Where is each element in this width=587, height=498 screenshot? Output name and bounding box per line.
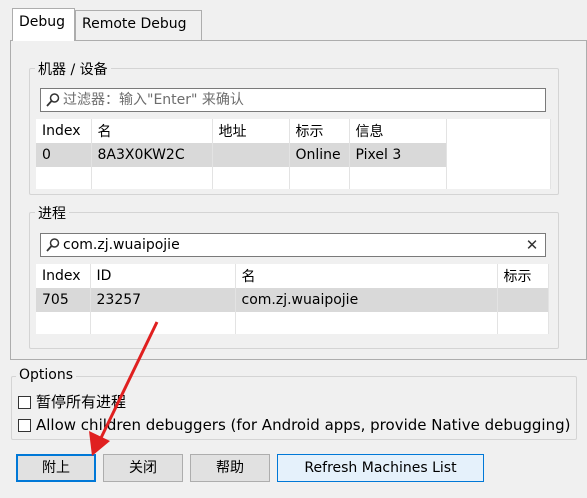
close-button[interactable]: 关闭: [103, 454, 183, 482]
machines-group-title: 机器 / 设备: [35, 59, 111, 79]
refresh-machines-button[interactable]: Refresh Machines List: [277, 454, 484, 482]
processes-table: Index ID 名 标示 705 23257 com.zj.wuaipojie: [36, 264, 549, 334]
tab-remote-debug[interactable]: Remote Debug: [75, 10, 202, 40]
machines-table: Index 名 地址 标示 信息 0 8A3X0KW2C Online Pixe…: [36, 119, 551, 189]
cell-index: 705: [36, 288, 91, 312]
column-header-mark[interactable]: 标示: [497, 264, 549, 288]
cell-mark: [497, 288, 549, 312]
cell-mark: Online: [289, 143, 350, 167]
cell-name: com.zj.wuaipojie: [235, 288, 498, 312]
column-header-index[interactable]: Index: [36, 264, 91, 288]
options-group-title: Options: [16, 367, 77, 383]
search-icon: [46, 238, 60, 252]
allow-children-debuggers-option[interactable]: Allow children debuggers (for Android ap…: [18, 416, 570, 434]
search-icon: [46, 93, 60, 107]
machines-filter-box: [40, 88, 546, 112]
machines-filter-input[interactable]: [63, 90, 533, 110]
cell-index: 0: [36, 143, 92, 167]
allow-children-label: Allow children debuggers (for Android ap…: [36, 416, 571, 434]
pause-all-processes-option[interactable]: 暂停所有进程: [18, 391, 126, 412]
cell-filler: [446, 143, 551, 167]
table-header: Index 名 地址 标示 信息: [36, 119, 551, 143]
column-header-mark[interactable]: 标示: [289, 119, 350, 143]
column-header-filler: [446, 119, 551, 143]
allow-children-checkbox[interactable]: [18, 419, 31, 432]
table-header: Index ID 名 标示: [36, 264, 549, 288]
pause-all-label: 暂停所有进程: [36, 393, 127, 411]
cell-address: [212, 143, 290, 167]
table-row-empty: [36, 167, 551, 189]
cell-id: 23257: [90, 288, 236, 312]
processes-group-title: 进程: [35, 203, 69, 223]
processes-filter-box: ✕: [40, 233, 546, 257]
column-header-name[interactable]: 名: [235, 264, 498, 288]
tab-debug[interactable]: Debug: [12, 8, 75, 41]
table-row[interactable]: 0 8A3X0KW2C Online Pixel 3: [36, 143, 551, 167]
table-row-empty: [36, 312, 549, 334]
column-header-index[interactable]: Index: [36, 119, 92, 143]
cell-info: Pixel 3: [349, 143, 447, 167]
table-row[interactable]: 705 23257 com.zj.wuaipojie: [36, 288, 549, 312]
clear-filter-icon[interactable]: ✕: [523, 236, 541, 254]
cell-name: 8A3X0KW2C: [91, 143, 213, 167]
column-header-id[interactable]: ID: [90, 264, 236, 288]
attach-button[interactable]: 附上: [16, 454, 96, 482]
column-header-info[interactable]: 信息: [349, 119, 447, 143]
processes-filter-input[interactable]: [63, 235, 513, 255]
help-button[interactable]: 帮助: [190, 454, 270, 482]
column-header-name[interactable]: 名: [91, 119, 213, 143]
column-header-address[interactable]: 地址: [212, 119, 290, 143]
pause-all-checkbox[interactable]: [18, 396, 31, 409]
